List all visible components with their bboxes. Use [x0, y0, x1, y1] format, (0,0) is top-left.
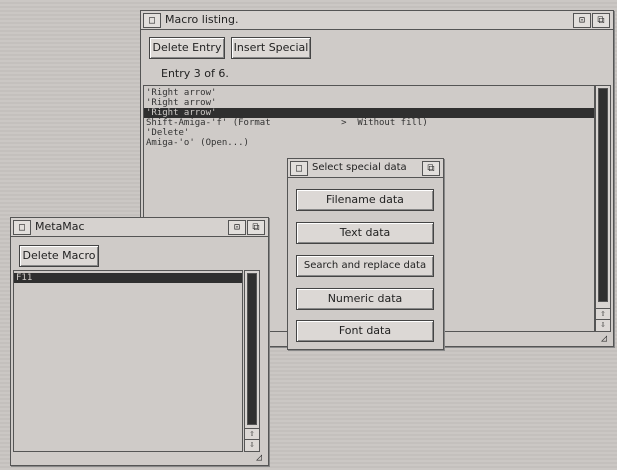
special-data-titlebar[interactable]: □ Select special data ⧉	[288, 159, 443, 178]
scroll-knob[interactable]	[598, 88, 608, 302]
window-title: Macro listing.	[165, 13, 239, 26]
size-icon[interactable]: ◿	[252, 453, 266, 463]
numeric-data-button[interactable]: Numeric data	[296, 288, 434, 310]
metamac-scrollbar[interactable]: ⇧ ⇩	[244, 270, 260, 452]
size-icon[interactable]: ◿	[597, 334, 611, 344]
macro-entry-row[interactable]: Amiga-'o' (Open...)	[146, 138, 249, 148]
zoom-icon[interactable]: ⊡	[573, 13, 591, 28]
macro-list[interactable]: F11	[13, 270, 243, 452]
search-replace-data-button[interactable]: Search and replace data	[296, 255, 434, 277]
macro-listing-titlebar[interactable]: □ Macro listing. ⊡ ⧉	[141, 11, 613, 30]
window-title: MetaMac	[35, 220, 85, 233]
zoom-icon[interactable]: ⊡	[228, 220, 246, 235]
metamac-titlebar[interactable]: □ MetaMac ⊡ ⧉	[11, 218, 268, 237]
delete-entry-button[interactable]: Delete Entry	[149, 37, 225, 59]
close-icon[interactable]: □	[290, 161, 308, 176]
macro-list-row[interactable]: F11	[14, 273, 242, 283]
metamac-window: □ MetaMac ⊡ ⧉ Delete Macro F11 ⇧ ⇩ ◿	[10, 217, 269, 466]
insert-special-button[interactable]: Insert Special	[231, 37, 311, 59]
depth-icon[interactable]: ⧉	[592, 13, 610, 28]
close-icon[interactable]: □	[143, 13, 161, 28]
text-data-button[interactable]: Text data	[296, 222, 434, 244]
depth-icon[interactable]: ⧉	[247, 220, 265, 235]
window-title: Select special data	[312, 162, 407, 173]
close-icon[interactable]: □	[13, 220, 31, 235]
macro-listing-scrollbar[interactable]: ⇧ ⇩	[595, 85, 611, 332]
macro-entry-row[interactable]: 'Right arrow'	[146, 98, 216, 108]
scroll-knob[interactable]	[247, 273, 257, 425]
scroll-down-icon[interactable]: ⇩	[596, 319, 610, 331]
font-data-button[interactable]: Font data	[296, 320, 434, 342]
macro-entry-row[interactable]: 'Right arrow'	[144, 108, 594, 118]
scroll-down-icon[interactable]: ⇩	[245, 439, 259, 451]
entry-status: Entry 3 of 6.	[161, 67, 229, 80]
macro-entry-row[interactable]: 'Right arrow'	[146, 88, 216, 98]
depth-icon[interactable]: ⧉	[422, 161, 440, 176]
filename-data-button[interactable]: Filename data	[296, 189, 434, 211]
macro-entry-row[interactable]: Shift-Amiga-'f' (Format > Without fill)	[146, 118, 428, 128]
macro-entry-row[interactable]: 'Delete'	[146, 128, 189, 138]
delete-macro-button[interactable]: Delete Macro	[19, 245, 99, 267]
special-data-window: □ Select special data ⧉ Filename data Te…	[287, 158, 444, 350]
